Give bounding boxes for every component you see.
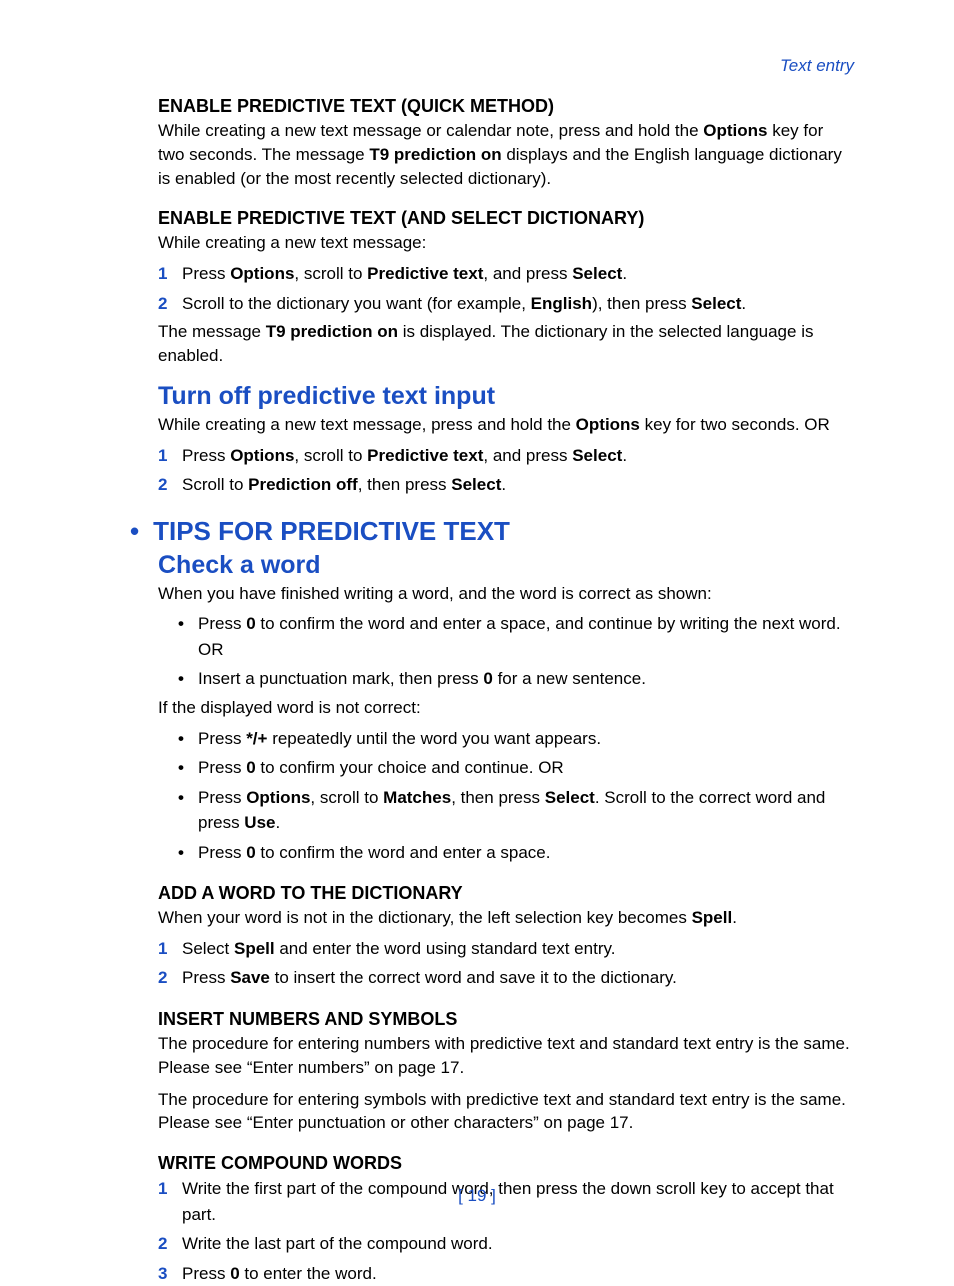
para: While creating a new text message: — [158, 231, 854, 255]
list-item: •Insert a punctuation mark, then press 0… — [158, 666, 854, 692]
list-item: •Press */+ repeatedly until the word you… — [158, 726, 854, 752]
list-item: •Press Options, scroll to Matches, then … — [158, 785, 854, 836]
chapter-header: Text entry — [780, 56, 854, 76]
list-number: 3 — [158, 1261, 170, 1286]
para: The procedure for entering symbols with … — [158, 1088, 854, 1136]
list-item: 1Press Options, scroll to Predictive tex… — [158, 443, 854, 469]
list-number: 2 — [158, 1231, 170, 1257]
page-content: ENABLE PREDICTIVE TEXT (QUICK METHOD) Wh… — [158, 96, 854, 1286]
list-item: 3Press 0 to enter the word. — [158, 1261, 854, 1286]
list-item: 1Select Spell and enter the word using s… — [158, 936, 854, 962]
list-number: 1 — [158, 261, 170, 287]
list-item: •Press 0 to confirm your choice and cont… — [158, 755, 854, 781]
heading-text: TIPS FOR PREDICTIVE TEXT — [153, 516, 510, 547]
list-item: 2Write the last part of the compound wor… — [158, 1231, 854, 1257]
list-number: 2 — [158, 965, 170, 991]
bullet-icon: • — [178, 666, 186, 692]
list-item: 1Press Options, scroll to Predictive tex… — [158, 261, 854, 287]
heading-turn-off: Turn off predictive text input — [158, 382, 854, 411]
bullet-icon: • — [130, 516, 139, 547]
para: While creating a new text message, press… — [158, 413, 854, 437]
heading-compound-words: WRITE COMPOUND WORDS — [158, 1153, 854, 1174]
list-item: •Press 0 to confirm the word and enter a… — [158, 840, 854, 866]
heading-add-word: ADD A WORD TO THE DICTIONARY — [158, 883, 854, 904]
list-number: 2 — [158, 472, 170, 498]
para: If the displayed word is not correct: — [158, 696, 854, 720]
bullet-icon: • — [178, 840, 186, 866]
para: When you have finished writing a word, a… — [158, 582, 854, 606]
bullet-icon: • — [178, 755, 186, 781]
list-number: 2 — [158, 291, 170, 317]
bullet-icon: • — [178, 611, 186, 637]
para: While creating a new text message or cal… — [158, 119, 854, 190]
heading-tips: • TIPS FOR PREDICTIVE TEXT — [130, 516, 854, 547]
para: The message T9 prediction on is displaye… — [158, 320, 854, 368]
heading-enable-quick: ENABLE PREDICTIVE TEXT (QUICK METHOD) — [158, 96, 854, 117]
para: The procedure for entering numbers with … — [158, 1032, 854, 1080]
bullet-icon: • — [178, 726, 186, 752]
heading-enable-select-dict: ENABLE PREDICTIVE TEXT (AND SELECT DICTI… — [158, 208, 854, 229]
page-number: [ 19 ] — [0, 1186, 954, 1206]
list-item: 2Scroll to the dictionary you want (for … — [158, 291, 854, 317]
heading-check-word: Check a word — [158, 551, 854, 580]
heading-insert-numbers: INSERT NUMBERS AND SYMBOLS — [158, 1009, 854, 1030]
list-item: •Press 0 to confirm the word and enter a… — [158, 611, 854, 662]
list-number: 1 — [158, 936, 170, 962]
bullet-icon: • — [178, 785, 186, 811]
list-item: 2Scroll to Prediction off, then press Se… — [158, 472, 854, 498]
list-item: 2Press Save to insert the correct word a… — [158, 965, 854, 991]
para: When your word is not in the dictionary,… — [158, 906, 854, 930]
list-number: 1 — [158, 443, 170, 469]
